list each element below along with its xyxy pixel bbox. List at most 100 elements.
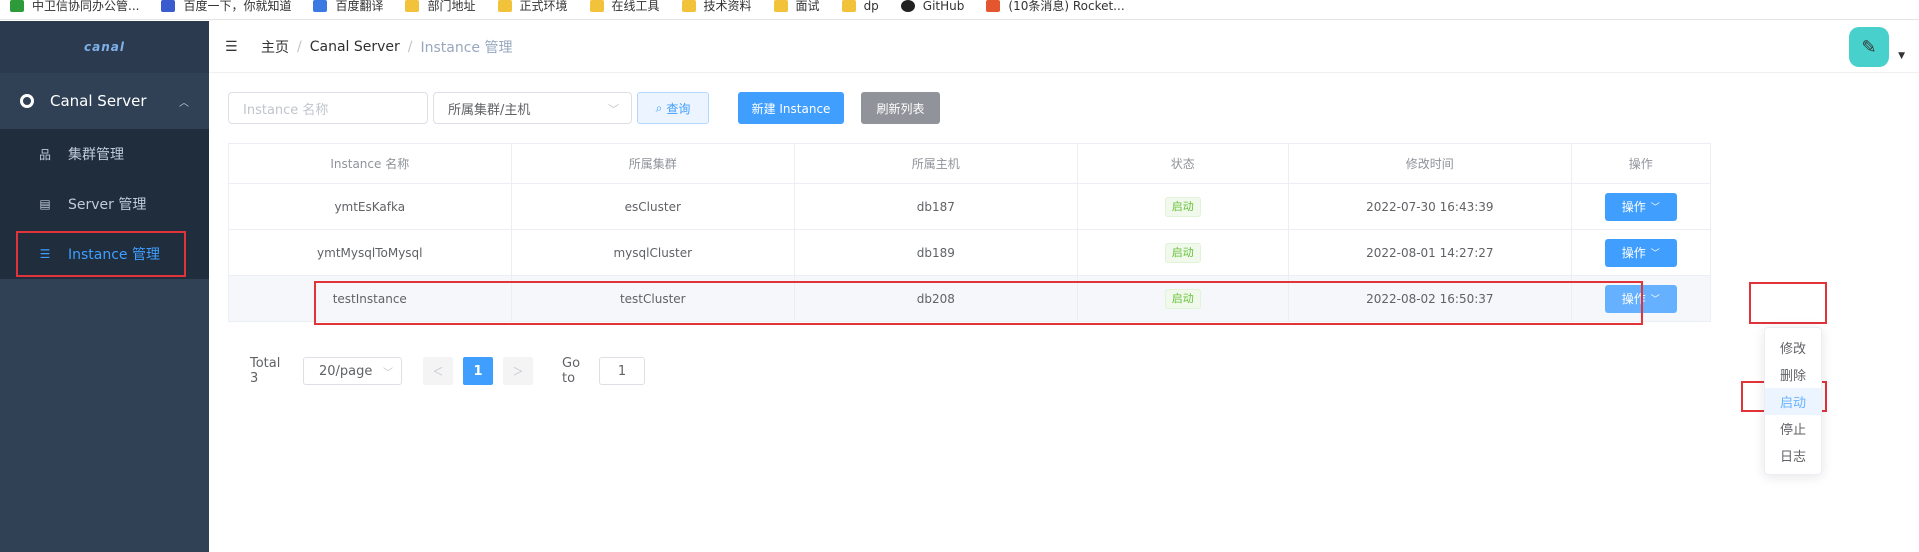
chevron-down-icon: ﹀ [1650,295,1660,305]
breadcrumb: 主页 / Canal Server / Instance 管理 [261,37,513,57]
avatar[interactable]: ✎ [1849,27,1889,67]
breadcrumb-separator: / [297,38,302,55]
logo[interactable]: canal [84,40,125,54]
sidebar-item-instance[interactable]: ☰ Instance 管理 [0,229,209,279]
bookmark-item[interactable]: 百度翻译 [313,0,383,14]
bookmark-folder[interactable]: 部门地址 [405,0,476,14]
status-cell: 启动 [1078,184,1290,229]
highlight-operation-box [1749,282,1827,324]
operation-cell: 操作 ﹀ [1572,230,1710,275]
prev-page-button[interactable]: ＜ [423,357,453,385]
host-cell: db189 [795,230,1078,275]
table-header: Instance 名称 所属集群 所属主机 状态 修改时间 操作 [229,144,1710,184]
operation-button-label: 操作 [1621,246,1646,260]
sidebar-item-server[interactable]: ▤ Server 管理 [0,179,209,229]
dropdown-item-start[interactable]: 启动 [1765,388,1821,415]
favicon-icon [161,0,176,12]
dropdown-item-delete[interactable]: 删除 [1765,361,1821,388]
instance-name-input[interactable]: Instance 名称 [228,92,428,124]
bookmark-item[interactable]: 中卫信协同办公管... [10,0,139,14]
favicon-icon [986,0,1001,12]
bookmark-item[interactable]: GitHub [900,0,964,13]
operation-button-label: 操作 [1621,200,1646,214]
table-row: ymtEsKafka esCluster db187 启动 2022-07-30… [229,184,1710,230]
folder-icon [497,0,512,12]
cog-icon [20,94,34,108]
column-header: 所属主机 [795,144,1078,183]
sidebar-item-label: 集群管理 [68,147,124,163]
sidebar-item-cluster[interactable]: 品 集群管理 [0,129,209,179]
bookmark-item[interactable]: 百度一下，你就知道 [161,0,291,14]
github-icon [900,0,915,12]
bookmark-folder[interactable]: 技术资料 [681,0,752,14]
page-size-select[interactable]: 20/page ﹀ [303,357,402,385]
bookmark-folder[interactable]: 在线工具 [589,0,660,14]
hamburger-icon[interactable]: ☰ [225,39,241,55]
status-cell: 启动 [1078,230,1290,275]
document-icon: ▤ [39,197,51,211]
folder-icon [841,0,856,12]
menu-group-label: Canal Server [50,92,147,110]
cluster-host-select[interactable]: 所属集群/主机 ﹀ [433,92,632,124]
column-header: 状态 [1078,144,1290,183]
chevron-left-icon: ＜ [432,365,444,378]
user-avatar-icon: ✎ [1861,36,1877,58]
host-cell: db187 [795,184,1078,229]
instance-name-cell: ymtEsKafka [229,184,512,229]
operation-cell: 操作 ﹀ [1572,184,1710,229]
dropdown-item-edit[interactable]: 修改 [1765,334,1821,361]
highlight-box [16,231,186,277]
select-value: 所属集群/主机 [448,102,531,118]
favicon-icon [10,0,24,12]
instance-name-cell: ymtMysqlToMysql [229,230,512,275]
query-button[interactable]: ⌕ 查询 [637,92,709,124]
bookmark-folder[interactable]: 面试 [773,0,820,14]
cluster-cell: mysqlCluster [512,230,796,275]
time-cell: 2022-08-01 14:27:27 [1289,230,1572,275]
favicon-icon [313,0,328,12]
chevron-down-icon: ﹀ [608,103,619,116]
cluster-cell: esCluster [512,184,796,229]
breadcrumb-separator: / [407,38,413,55]
logo-bar: canal [0,21,209,73]
chevron-right-icon: ＞ [512,365,524,378]
sidebar-item-label: Server 管理 [68,197,147,213]
query-button-label: 查询 [666,101,691,116]
page-size-value: 20/page [319,363,373,379]
bookmark-folder[interactable]: 正式环境 [497,0,568,14]
caret-down-icon[interactable]: ▼ [1898,51,1905,61]
header: ☰ 主页 / Canal Server / Instance 管理 ✎ ▼ [209,21,1919,73]
column-header: 操作 [1628,157,1653,171]
status-badge: 启动 [1164,242,1201,263]
pagination-total: Total 3 [250,356,281,386]
menu-group-canal-server[interactable]: Canal Server ︿ [0,73,209,129]
dropdown-item-stop[interactable]: 停止 [1765,415,1821,442]
column-header: 所属集群 [512,144,796,183]
folder-icon [681,0,696,12]
breadcrumb-home[interactable]: 主页 [261,37,289,57]
status-badge: 启动 [1164,196,1201,217]
new-instance-button[interactable]: 新建 Instance [738,92,844,124]
folder-icon [773,0,788,12]
chevron-down-icon: ﹀ [1650,203,1660,213]
chevron-up-icon: ︿ [179,97,189,109]
page-number[interactable]: 1 [463,357,493,385]
submenu: 品 集群管理 ▤ Server 管理 ☰ Instance 管理 [0,129,209,279]
operation-button[interactable]: 操作 ﹀ [1604,192,1677,221]
time-cell: 2022-07-30 16:43:39 [1289,184,1572,229]
column-header: 修改时间 [1289,144,1572,183]
dropdown-item-log[interactable]: 日志 [1765,442,1821,469]
column-header: Instance 名称 [229,144,512,183]
goto-page-input[interactable]: 1 [599,357,645,385]
next-page-button[interactable]: ＞ [503,357,533,385]
breadcrumb-canal-server[interactable]: Canal Server [310,39,400,55]
operation-button[interactable]: 操作 ﹀ [1604,238,1677,267]
chevron-down-icon: ﹀ [1650,249,1660,259]
folder-icon [589,0,604,12]
refresh-list-button[interactable]: 刷新列表 [861,92,940,124]
bookmark-folder[interactable]: dp [841,0,879,13]
sidebar: canal Canal Server ︿ 品 集群管理 ▤ Server 管理 … [0,21,209,552]
highlight-row-box [314,281,1643,325]
folder-icon [405,0,420,12]
bookmark-item[interactable]: (10条消息) Rocket... [986,0,1125,14]
